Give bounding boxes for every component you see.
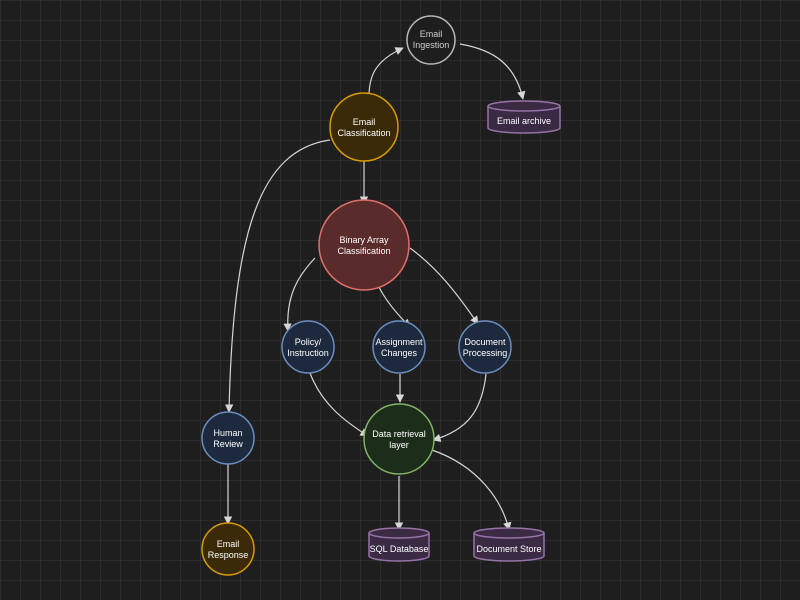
node-binary-array-line2: Classification [337, 246, 390, 256]
node-document-store-label: Document Store [476, 544, 541, 554]
node-email-ingestion[interactable]: Email Ingestion [406, 15, 456, 65]
edge-document-processing-to-data-retrieval[interactable] [432, 373, 487, 442]
node-email-response-line2: Response [208, 550, 249, 560]
node-human-review[interactable]: Human Review [201, 411, 255, 465]
node-human-review-line2: Review [213, 439, 243, 449]
node-data-retrieval-layer[interactable]: Data retrieval layer [363, 403, 435, 475]
node-email-ingestion-line2: Ingestion [413, 40, 450, 50]
node-email-classification-line2: Classification [337, 128, 390, 138]
edge-classification-to-ingestion[interactable] [368, 47, 404, 98]
node-email-archive[interactable]: Email archive [487, 100, 561, 134]
node-email-classification[interactable]: Email Classification [329, 92, 399, 162]
node-email-response[interactable]: Email Response [201, 522, 255, 576]
node-sql-database[interactable]: SQL Database [368, 527, 430, 562]
edge-ingestion-to-archive[interactable] [459, 43, 526, 100]
node-email-ingestion-line1: Email [420, 29, 443, 39]
node-assignment-changes[interactable]: Assignment Changes [372, 320, 426, 374]
node-document-store[interactable]: Document Store [473, 527, 545, 562]
node-data-retrieval-line1: Data retrieval [372, 429, 426, 439]
node-sql-database-label: SQL Database [370, 544, 429, 554]
node-email-response-line1: Email [217, 539, 240, 549]
edge-binary-array-to-policy[interactable] [283, 257, 316, 332]
node-document-processing[interactable]: Document Processing [458, 320, 512, 374]
node-policy-line2: Instruction [287, 348, 329, 358]
diagram-canvas: Email Ingestion Email archive Email Clas… [201, 15, 561, 576]
node-data-retrieval-line2: layer [389, 440, 409, 450]
node-email-classification-line1: Email [353, 117, 376, 127]
node-human-review-line1: Human [213, 428, 242, 438]
edge-binary-array-to-assignment[interactable] [377, 284, 411, 328]
node-assignment-line1: Assignment [375, 337, 423, 347]
edge-data-retrieval-to-document-store[interactable] [431, 449, 512, 531]
edge-policy-to-data-retrieval[interactable] [309, 372, 369, 437]
node-document-processing-line2: Processing [463, 348, 508, 358]
node-binary-array-line1: Binary Array [339, 235, 389, 245]
edge-binary-array-to-document-processing[interactable] [409, 247, 479, 325]
node-policy-instruction[interactable]: Policy/ Instruction [281, 320, 335, 374]
node-email-archive-label: Email archive [497, 116, 551, 126]
node-document-processing-line1: Document [464, 337, 506, 347]
node-assignment-line2: Changes [381, 348, 418, 358]
node-policy-line1: Policy/ [295, 337, 322, 347]
node-binary-array-classification[interactable]: Binary Array Classification [318, 199, 410, 291]
